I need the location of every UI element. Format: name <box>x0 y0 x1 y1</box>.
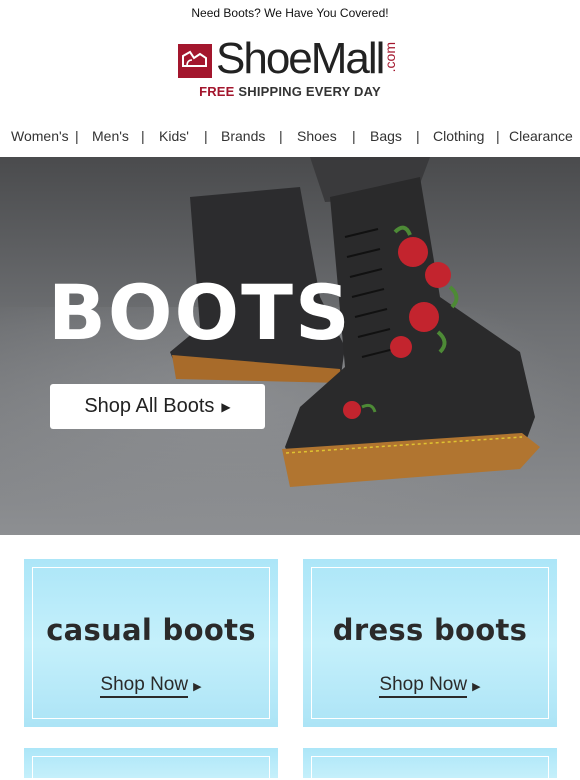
nav-separator: | <box>279 128 283 144</box>
nav-separator: | <box>352 128 356 144</box>
nav-separator: | <box>496 128 500 144</box>
nav-separator: | <box>416 128 420 144</box>
dress-boots-card[interactable]: dress boots Shop Now ▶ <box>303 559 557 727</box>
card-label: dress boots <box>332 613 528 647</box>
shoe-logo-icon <box>178 44 212 78</box>
shop-now-label: Shop Now <box>379 674 468 698</box>
shop-all-boots-label: Shop All Boots <box>84 395 215 417</box>
nav-item-kids[interactable]: Kids' <box>159 128 189 144</box>
nav-separator: | <box>75 128 79 144</box>
shop-all-boots-button[interactable]: Shop All Boots ▶ <box>50 384 265 429</box>
nav-item-womens[interactable]: Women's <box>11 128 69 144</box>
card-label: casual boots <box>46 613 256 647</box>
category-nav: Women's | Men's | Kids' | Brands | Shoes… <box>0 128 580 150</box>
nav-item-shoes[interactable]: Shoes <box>297 128 337 144</box>
nav-item-clearance[interactable]: Clearance <box>509 128 573 144</box>
hero-title: BOOTS <box>48 268 352 357</box>
hero-banner[interactable]: BOOTS Shop All Boots ▶ <box>0 157 580 535</box>
casual-boots-card[interactable]: casual boots Shop Now ▶ <box>24 559 278 727</box>
card-frame <box>32 756 270 780</box>
logo-wordmark: ShoeMall <box>216 34 385 83</box>
nav-separator: | <box>141 128 145 144</box>
nav-item-bags[interactable]: Bags <box>370 128 402 144</box>
play-arrow-icon: ▶ <box>472 681 481 693</box>
shop-now-link[interactable]: Shop Now ▶ <box>24 674 278 698</box>
card-frame <box>311 756 549 780</box>
nav-item-mens[interactable]: Men's <box>92 128 129 144</box>
preheader-text: Need Boots? We Have You Covered! <box>191 6 389 20</box>
tagline-rest: SHIPPING EVERY DAY <box>238 84 381 99</box>
play-arrow-icon: ▶ <box>193 681 202 693</box>
nav-item-brands[interactable]: Brands <box>221 128 265 144</box>
shop-now-link[interactable]: Shop Now ▶ <box>303 674 557 698</box>
play-arrow-icon: ▶ <box>221 399 231 414</box>
tagline-free: FREE <box>199 84 235 99</box>
shipping-tagline: FREE SHIPPING EVERY DAY <box>0 84 580 99</box>
nav-item-clothing[interactable]: Clothing <box>433 128 484 144</box>
shop-now-label: Shop Now <box>100 674 189 698</box>
nav-separator: | <box>204 128 208 144</box>
logo-domain-suffix: .com <box>382 42 398 73</box>
